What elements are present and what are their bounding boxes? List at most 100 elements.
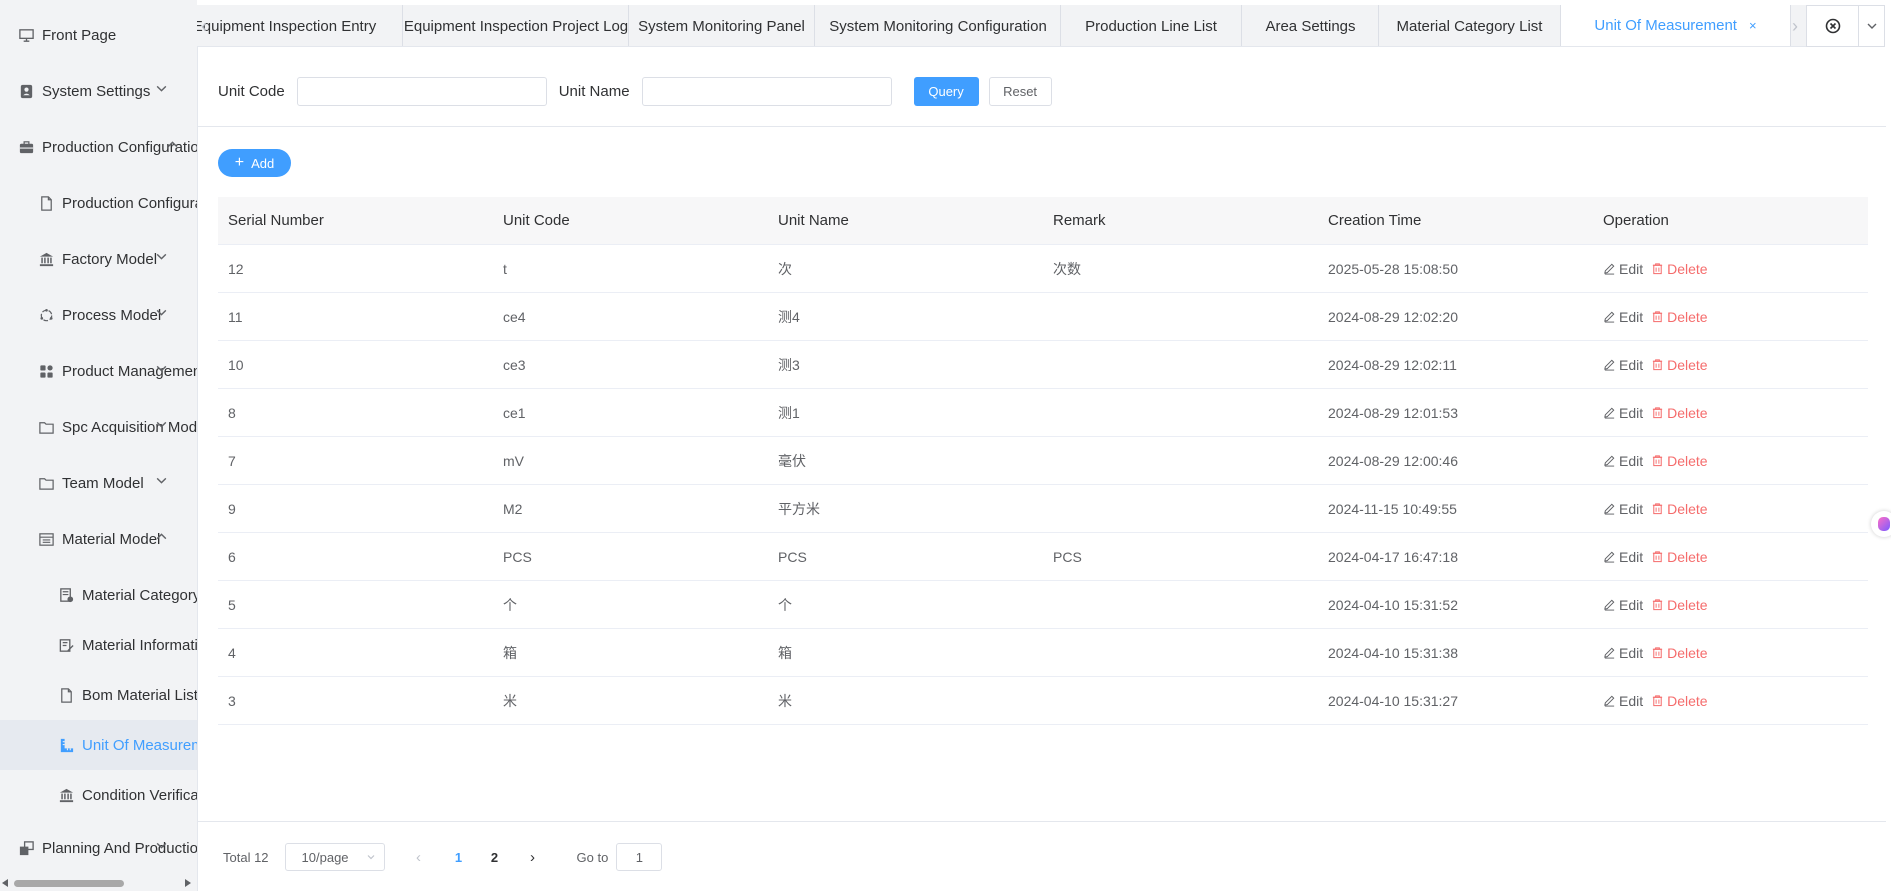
- tab-scroll-left-icon[interactable]: ‹: [197, 5, 211, 47]
- sidebar-item-label: Factory Model: [62, 250, 158, 268]
- goto-page-input[interactable]: [616, 843, 663, 871]
- close-all-tabs-button[interactable]: [1807, 6, 1859, 46]
- edit-button[interactable]: Edit: [1603, 597, 1643, 613]
- edit-label: Edit: [1619, 596, 1644, 613]
- page-1-button[interactable]: 1: [445, 850, 473, 865]
- edit-button[interactable]: Edit: [1603, 501, 1643, 517]
- sidebar-item-7[interactable]: Spc Acquisition Model: [0, 402, 197, 452]
- chevron-down-icon[interactable]: [155, 418, 167, 428]
- add-button[interactable]: + Add: [218, 149, 291, 177]
- cell-serial: 8: [228, 404, 236, 421]
- edit-button[interactable]: Edit: [1603, 357, 1643, 373]
- edit-button[interactable]: Edit: [1603, 645, 1643, 661]
- delete-button[interactable]: Delete: [1651, 501, 1708, 517]
- tab-7[interactable]: Unit Of Measurement ×: [1561, 5, 1791, 46]
- sidebar-item-2[interactable]: Production Configuration: [0, 122, 197, 172]
- windows-icon: [16, 838, 36, 858]
- query-button[interactable]: Query: [913, 76, 979, 106]
- list-icon: [36, 529, 56, 549]
- sidebar-item-13[interactable]: Unit Of Measurement: [0, 720, 197, 770]
- delete-button[interactable]: Delete: [1651, 261, 1708, 277]
- page-size-select[interactable]: 10/page: [284, 843, 385, 871]
- chevron-up-icon[interactable]: [155, 530, 167, 540]
- edit-button[interactable]: Edit: [1603, 405, 1643, 421]
- tab-2[interactable]: System Monitoring Panel: [629, 5, 815, 46]
- sidebar-item-3[interactable]: Production Configuration: [0, 178, 197, 228]
- delete-button[interactable]: Delete: [1651, 597, 1708, 613]
- tab-6[interactable]: Material Category List: [1379, 5, 1561, 46]
- delete-button[interactable]: Delete: [1651, 357, 1708, 373]
- scroll-left-icon[interactable]: [2, 879, 8, 887]
- next-page-button[interactable]: ›: [519, 849, 547, 866]
- cell-operation: Edit Delete: [1593, 453, 1868, 469]
- sidebar-item-6[interactable]: Product Management: [0, 346, 197, 396]
- sidebar-item-11[interactable]: Material Information: [0, 620, 197, 670]
- chevron-down-icon[interactable]: [155, 362, 167, 372]
- edit-button[interactable]: Edit: [1603, 261, 1643, 277]
- cell-serial: 5: [228, 596, 236, 613]
- sidebar-item-8[interactable]: Team Model: [0, 458, 197, 508]
- reset-button[interactable]: Reset: [988, 76, 1052, 106]
- delete-button[interactable]: Delete: [1651, 309, 1708, 325]
- edit-button[interactable]: Edit: [1603, 549, 1643, 565]
- tab-5[interactable]: Area Settings: [1243, 5, 1379, 46]
- edit-icon: [1604, 455, 1615, 467]
- cell-operation: Edit Delete: [1593, 405, 1868, 421]
- tab-4[interactable]: Production Line List: [1061, 5, 1242, 46]
- tab-menu-button[interactable]: [1859, 20, 1884, 32]
- sidebar-item-15[interactable]: Planning And Production: [0, 823, 197, 873]
- sidebar-item-12[interactable]: Bom Material List: [0, 670, 197, 720]
- delete-button[interactable]: Delete: [1651, 693, 1708, 709]
- cell-serial: 6: [228, 548, 236, 565]
- edit-button[interactable]: Edit: [1603, 309, 1643, 325]
- cell-operation: Edit Delete: [1593, 261, 1868, 277]
- edit-button[interactable]: Edit: [1603, 453, 1643, 469]
- sidebar-scrollbar[interactable]: [0, 875, 197, 891]
- delete-button[interactable]: Delete: [1651, 645, 1708, 661]
- sidebar-item-9[interactable]: Material Model: [0, 514, 197, 564]
- chevron-down-icon[interactable]: [155, 306, 167, 316]
- edit-label: Edit: [1619, 548, 1644, 565]
- prev-page-button[interactable]: ‹: [405, 849, 433, 866]
- cell-serial: 11: [228, 308, 243, 325]
- delete-button[interactable]: Delete: [1651, 405, 1708, 421]
- edit-button[interactable]: Edit: [1603, 693, 1643, 709]
- sidebar-item-label: Spc Acquisition Model: [62, 418, 197, 436]
- sidebar-item-4[interactable]: Factory Model: [0, 234, 197, 284]
- close-tab-icon[interactable]: ×: [1749, 18, 1757, 33]
- chevron-down-icon[interactable]: [155, 474, 167, 484]
- table-body: 12 t 次 次数 2025-05-28 15:08:50 Edit Delete 11 ce4…: [218, 245, 1868, 725]
- unit-code-input[interactable]: [296, 76, 547, 106]
- chevron-down-icon[interactable]: [155, 839, 167, 849]
- table-row: 5 个 个 2024-04-10 15:31:52 Edit Delete: [218, 581, 1868, 629]
- floating-assistant-icon[interactable]: [1871, 511, 1891, 537]
- delete-button[interactable]: Delete: [1651, 453, 1708, 469]
- sidebar-item-14[interactable]: Condition Verification: [0, 770, 197, 820]
- tab-scroll-right-icon[interactable]: ›: [1788, 5, 1802, 47]
- sidebar-item-10[interactable]: Material Category: [0, 570, 197, 620]
- cell-code: ce1: [503, 404, 526, 421]
- tab-3[interactable]: System Monitoring Configuration: [816, 5, 1061, 46]
- document-icon: [36, 193, 56, 213]
- scrollbar-thumb[interactable]: [14, 880, 124, 887]
- unit-name-input[interactable]: [641, 76, 892, 106]
- query-bar: Unit Code Unit Name Query Reset: [218, 75, 1052, 107]
- chevron-down-icon[interactable]: [155, 250, 167, 260]
- scroll-right-icon[interactable]: [185, 879, 191, 887]
- trash-icon: [1652, 695, 1663, 707]
- sidebar-item-label: Planning And Production: [42, 839, 197, 857]
- chevron-down-icon[interactable]: [155, 82, 167, 92]
- add-button-label: Add: [251, 155, 275, 171]
- tab-1[interactable]: Equipment Inspection Project Log: [404, 5, 629, 46]
- chevron-up-icon[interactable]: [166, 138, 178, 148]
- cell-code: ce3: [503, 356, 526, 373]
- sidebar-item-0[interactable]: Front Page: [0, 10, 197, 60]
- cell-code: PCS: [503, 548, 532, 565]
- delete-button[interactable]: Delete: [1651, 549, 1708, 565]
- cell-serial: 12: [228, 260, 244, 277]
- tab-0[interactable]: Equipment Inspection Entry: [197, 5, 403, 46]
- sidebar-item-5[interactable]: Process Model: [0, 290, 197, 340]
- table-row: 10 ce3 测3 2024-08-29 12:02:11 Edit Delete: [218, 341, 1868, 389]
- sidebar-item-1[interactable]: System Settings: [0, 66, 197, 116]
- page-2-button[interactable]: 2: [481, 850, 509, 865]
